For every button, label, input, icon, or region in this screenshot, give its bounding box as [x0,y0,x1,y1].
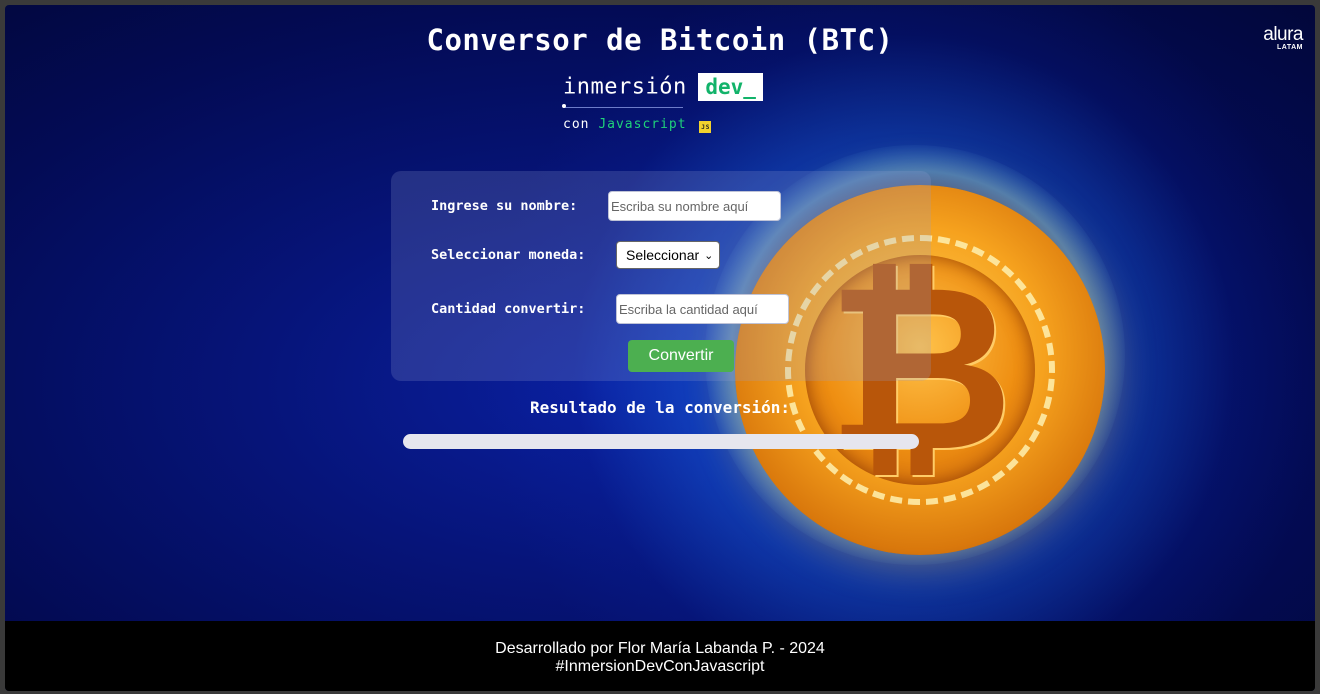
amount-label: Cantidad convertir: [431,301,586,317]
logo-dot [562,104,566,108]
alura-logo-text: alura [1263,24,1303,45]
footer-hashtag: #InmersionDevConJavascript [555,658,765,675]
js-badge-icon: JS [699,121,712,133]
footer: Desarrollado por Flor María Labanda P. -… [5,621,1315,691]
inmersion-word: inmersión [563,74,687,100]
con-javascript-line: con Javascript JS [563,117,712,133]
currency-select[interactable]: Seleccionar ⌄ [616,241,720,269]
convert-button[interactable]: Convertir [628,340,734,372]
amount-input[interactable] [616,294,789,324]
inmersion-dev-logo: inmersión dev_ con Javascript JS [562,73,763,133]
dev-badge: dev_ [698,73,763,101]
currency-label: Seleccionar moneda: [431,247,586,263]
name-input[interactable] [608,191,781,221]
result-title: Resultado de la conversión: [529,398,791,417]
footer-credit: Desarrollado por Flor María Labanda P. -… [495,640,825,657]
page-title: Conversor de Bitcoin (BTC) [426,23,894,57]
chevron-down-icon: ⌄ [704,249,714,262]
currency-select-value: Seleccionar [626,247,700,263]
logo-underline [563,107,683,110]
app-window: Conversor de Bitcoin (BTC) alura LATAM i… [5,5,1315,691]
converter-form: Ingrese su nombre: Seleccionar moneda: S… [391,171,931,381]
name-label: Ingrese su nombre: [431,198,578,214]
alura-logo: alura LATAM [1263,25,1303,51]
result-output [403,434,919,449]
alura-logo-subtext: LATAM [1277,44,1303,51]
javascript-word: Javascript [598,117,687,132]
con-word: con [563,117,590,132]
